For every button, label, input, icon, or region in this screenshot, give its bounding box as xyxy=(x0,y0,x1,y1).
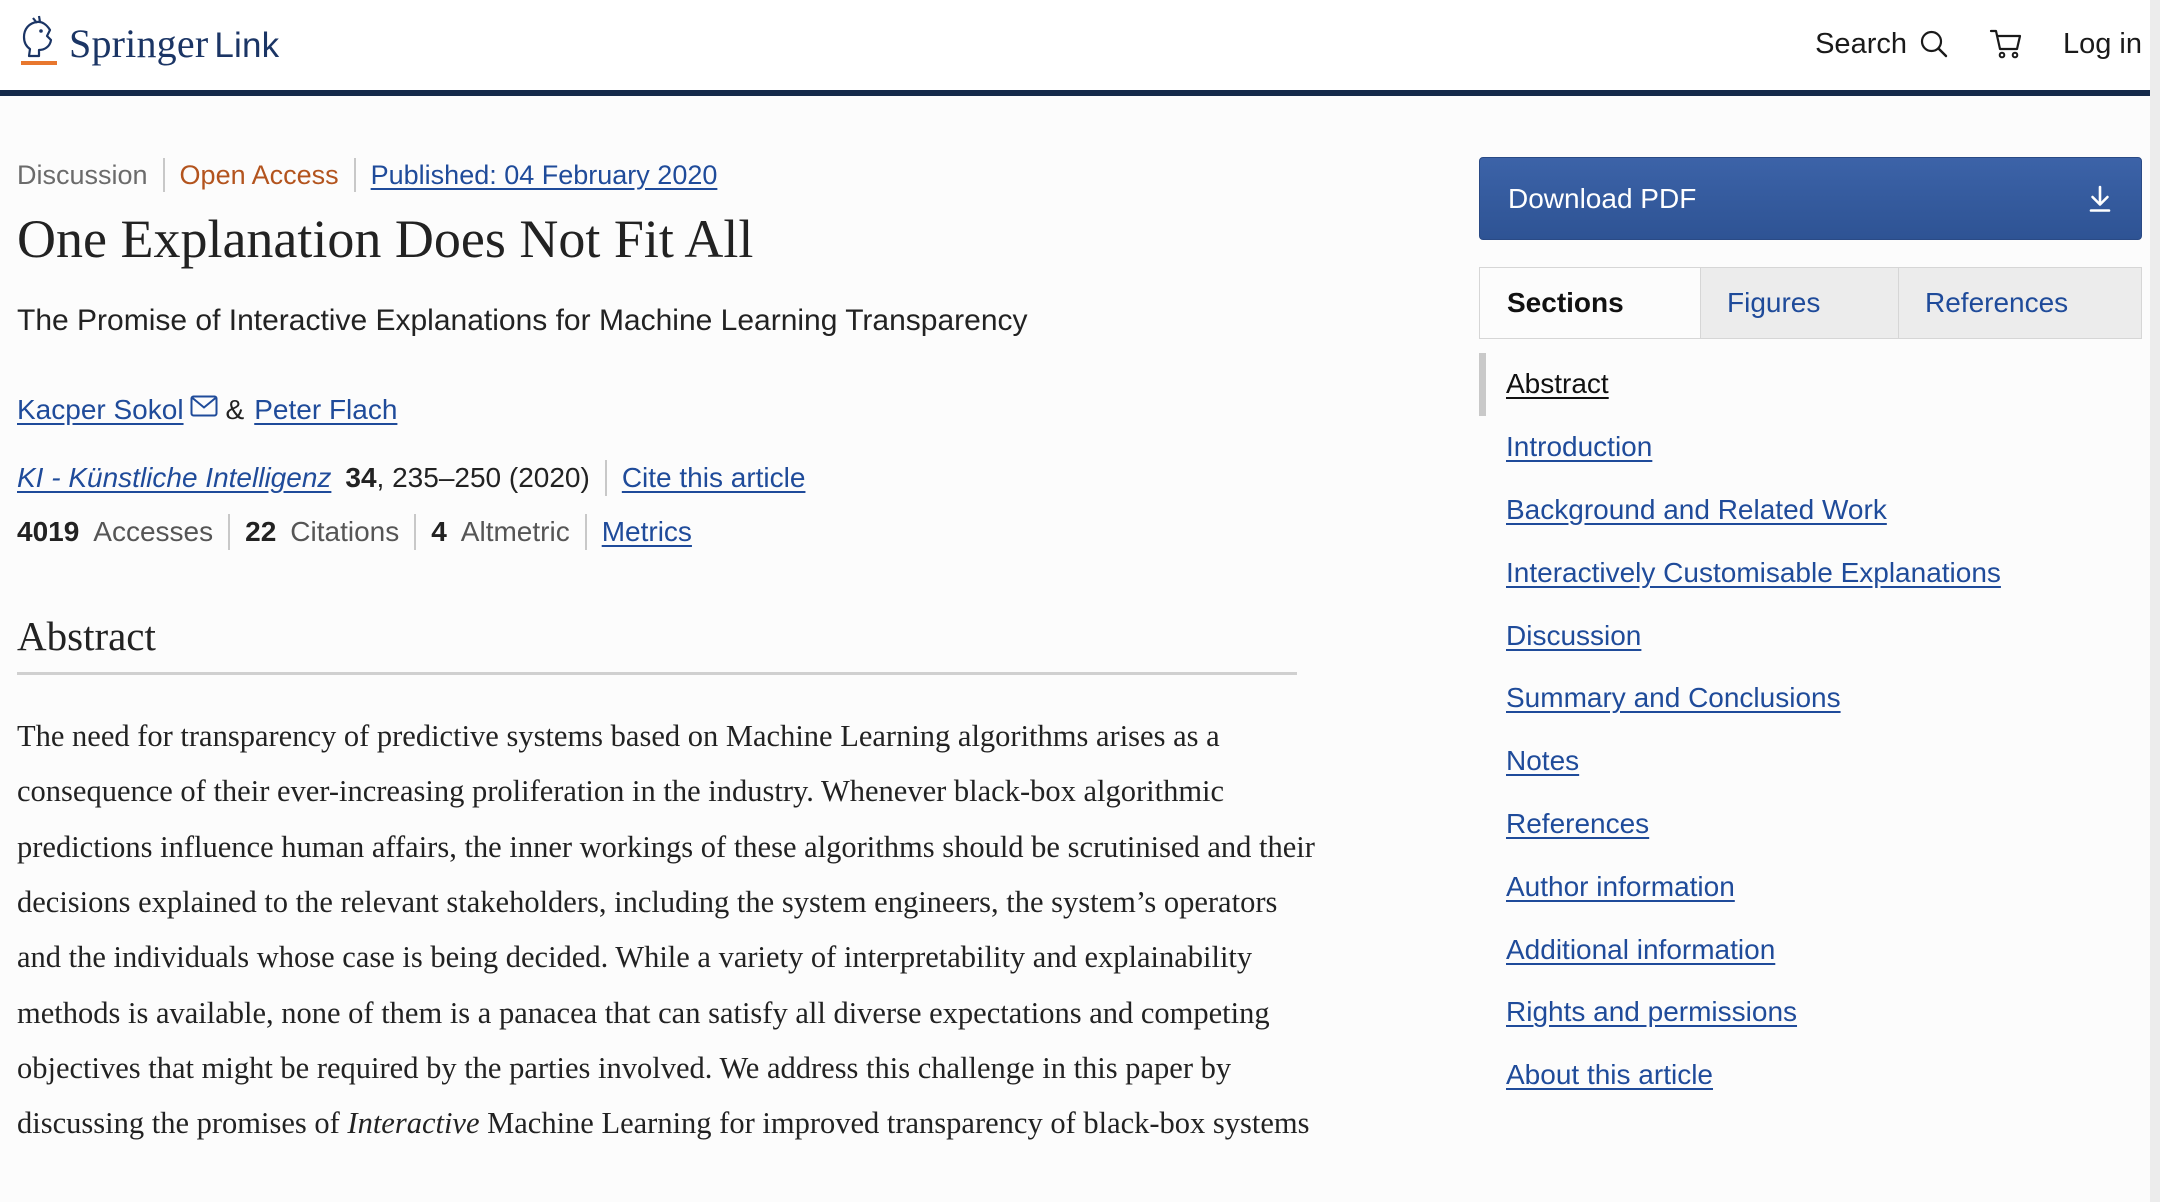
download-pdf-button[interactable]: Download PDF xyxy=(1479,157,2142,240)
cite-article-link[interactable]: Cite this article xyxy=(622,462,806,494)
abstract-heading: Abstract xyxy=(17,612,1297,675)
abstract-text-part-2: Machine Learning for improved transparen… xyxy=(479,1106,1310,1141)
article-sidebar: Download PDF Sections Figures References… xyxy=(1479,157,2142,1107)
download-icon xyxy=(2089,185,2111,212)
altmetric-label: Altmetric xyxy=(460,516,570,547)
search-button[interactable]: Search xyxy=(1815,28,1949,61)
toc-link[interactable]: Discussion xyxy=(1506,620,1641,652)
toc-item-discussion: Discussion xyxy=(1479,604,2142,667)
altmetric-count: 4 xyxy=(431,516,447,547)
toc-item-introduction: Introduction xyxy=(1479,416,2142,479)
article-type: Discussion xyxy=(17,159,148,190)
toc-link[interactable]: Additional information xyxy=(1506,934,1775,966)
logo-wordmark: Springer Link xyxy=(69,20,279,67)
page-scrollbar[interactable] xyxy=(2150,0,2160,1202)
tab-figures[interactable]: Figures xyxy=(1700,268,1898,338)
journal-link[interactable]: KI - Künstliche Intelligenz xyxy=(17,462,331,494)
citations-label: Citations xyxy=(290,516,400,547)
meta-divider xyxy=(228,514,231,550)
toc-link[interactable]: Author information xyxy=(1506,871,1735,903)
author-link-sokol[interactable]: Kacper Sokol xyxy=(17,394,184,426)
author-list: Kacper Sokol & Peter Flach xyxy=(17,394,1297,426)
article-metrics: 4019 Accesses 22 Citations 4 Altmetric M… xyxy=(17,514,1297,550)
toc-item-author-information: Author information xyxy=(1479,855,2142,918)
toc-item-references: References xyxy=(1479,793,2142,856)
meta-divider xyxy=(604,460,607,496)
accesses-label: Accesses xyxy=(93,516,214,547)
metrics-link[interactable]: Metrics xyxy=(602,516,692,548)
logo-link-text: Link xyxy=(214,25,280,65)
abstract-text-part-1: The need for transparency of predictive … xyxy=(17,719,1315,1141)
toc-item-additional-information: Additional information xyxy=(1479,918,2142,981)
meta-divider xyxy=(414,514,417,550)
toc-link[interactable]: Notes xyxy=(1506,745,1579,777)
toc-item-about: About this article xyxy=(1479,1044,2142,1107)
article-title: One Explanation Does Not Fit All xyxy=(17,209,754,269)
article-meta-line: Discussion Open Access Published: 04 Feb… xyxy=(17,150,1297,200)
author-separator: & xyxy=(225,394,245,425)
meta-divider xyxy=(584,514,587,550)
article-main: Discussion Open Access Published: 04 Feb… xyxy=(17,150,1315,1182)
springer-horse-logo-icon xyxy=(21,15,57,65)
abstract-text: The need for transparency of predictive … xyxy=(17,709,1317,1151)
toc-item-background: Background and Related Work xyxy=(1479,479,2142,542)
toc-item-interactive-explanations: Interactively Customisable Explanations xyxy=(1479,541,2142,604)
accesses-count: 4019 xyxy=(17,516,80,547)
logo-springer-text: Springer xyxy=(69,20,209,66)
toc-link[interactable]: Introduction xyxy=(1506,431,1652,463)
toc-item-notes: Notes xyxy=(1479,730,2142,793)
search-label: Search xyxy=(1815,27,1907,60)
journal-volume: 34 xyxy=(345,462,377,493)
toc-link[interactable]: Summary and Conclusions xyxy=(1506,682,1841,714)
sections-toc: Abstract Introduction Background and Rel… xyxy=(1479,353,2142,1107)
springer-link-logo[interactable]: Springer Link xyxy=(17,14,279,72)
meta-divider xyxy=(162,158,165,192)
cart-icon xyxy=(1989,29,2022,59)
toc-link[interactable]: Rights and permissions xyxy=(1506,996,1797,1028)
tab-references[interactable]: References xyxy=(1898,268,2141,338)
citations-count: 22 xyxy=(245,516,277,547)
cart-button[interactable] xyxy=(1989,28,2023,60)
site-header: Springer Link Search Log in xyxy=(0,0,2160,96)
toc-item-summary: Summary and Conclusions xyxy=(1479,667,2142,730)
toc-link[interactable]: About this article xyxy=(1506,1059,1713,1091)
published-date-link[interactable]: Published: 04 February 2020 xyxy=(371,160,718,191)
toc-link[interactable]: References xyxy=(1506,808,1649,840)
toc-item-abstract[interactable]: Abstract xyxy=(1479,353,2142,416)
toc-item-rights: Rights and permissions xyxy=(1479,981,2142,1044)
toc-link[interactable]: Interactively Customisable Explanations xyxy=(1506,557,2001,589)
meta-divider xyxy=(353,158,356,192)
tab-sections[interactable]: Sections xyxy=(1480,268,1700,338)
journal-pages-year: , 235–250 (2020) xyxy=(376,462,590,493)
open-access-badge: Open Access xyxy=(179,159,339,190)
author-link-flach[interactable]: Peter Flach xyxy=(254,394,397,426)
journal-line: KI - Künstliche Intelligenz 34 , 235–250… xyxy=(17,460,1297,496)
search-icon xyxy=(1920,30,1948,58)
email-icon[interactable] xyxy=(190,395,218,417)
download-pdf-label: Download PDF xyxy=(1508,182,1697,214)
login-link[interactable]: Log in xyxy=(2063,28,2142,61)
abstract-emphasis: Interactive xyxy=(347,1106,480,1141)
sidebar-tabs: Sections Figures References xyxy=(1479,267,2142,339)
header-nav: Search Log in xyxy=(1815,24,2142,64)
toc-link[interactable]: Background and Related Work xyxy=(1506,494,1887,526)
article-subtitle: The Promise of Interactive Explanations … xyxy=(17,304,1028,337)
